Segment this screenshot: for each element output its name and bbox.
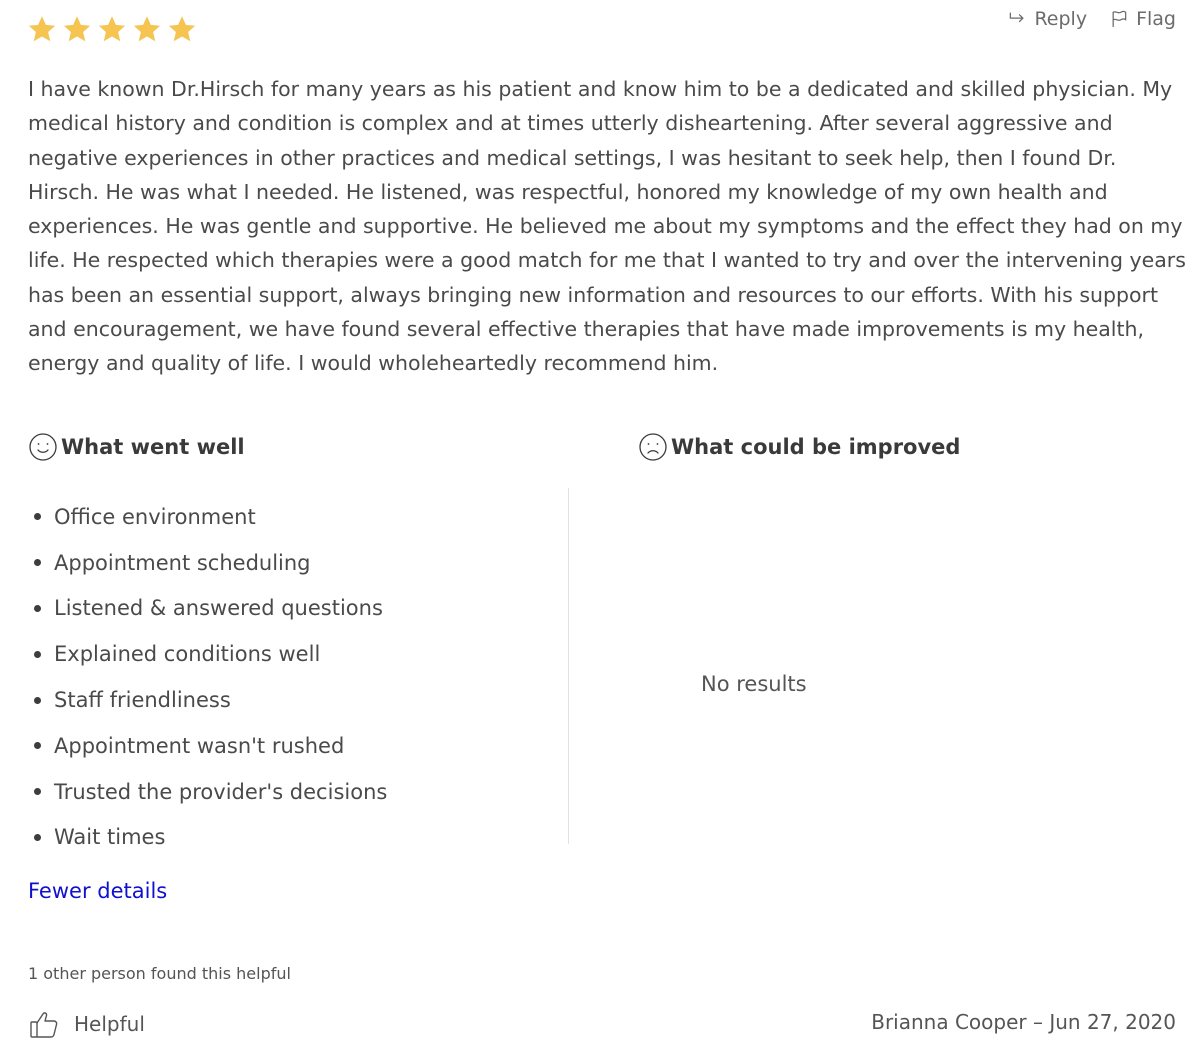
reply-arrow-icon <box>1010 12 1024 23</box>
bullet-icon <box>34 650 41 658</box>
list-item-label: Office environment <box>54 504 256 529</box>
flag-icon <box>1112 10 1127 28</box>
reply-label: Reply <box>1034 8 1088 30</box>
list-item: Wait times <box>28 815 387 861</box>
star-icon <box>98 16 126 42</box>
star-icon <box>28 16 56 42</box>
bullet-icon <box>34 788 41 796</box>
list-item: Appointment wasn't rushed <box>28 723 387 769</box>
list-item: Listened & answered questions <box>28 586 387 632</box>
bullet-icon <box>34 742 41 750</box>
list-item: Staff friendliness <box>28 677 387 723</box>
list-item-label: Appointment wasn't rushed <box>54 733 345 758</box>
review-text: I have known Dr.Hirsch for many years as… <box>28 77 1186 376</box>
list-item-label: Explained conditions well <box>54 642 321 667</box>
smile-icon <box>29 433 57 461</box>
bullet-icon <box>34 604 41 612</box>
list-item-label: Trusted the provider's decisions <box>54 779 388 804</box>
list-item: Appointment scheduling <box>28 540 387 586</box>
list-item-label: Appointment scheduling <box>54 550 311 575</box>
star-icon <box>133 16 161 42</box>
helpful-label: Helpful <box>74 1012 145 1036</box>
bullet-icon <box>34 513 41 521</box>
helpful-count-text: 1 other person found this helpful <box>28 964 291 983</box>
list-item-label: Staff friendliness <box>54 688 231 713</box>
thumbs-up-icon <box>30 1012 58 1038</box>
no-results-text: No results <box>701 672 807 696</box>
went-well-list: Office environment Appointment schedulin… <box>28 494 387 860</box>
list-item-label: Wait times <box>54 825 166 850</box>
fewer-details-link[interactable]: Fewer details <box>28 879 167 903</box>
could-improve-title: What could be improved <box>671 435 961 459</box>
list-item: Explained conditions well <box>28 631 387 677</box>
list-item: Office environment <box>28 494 387 540</box>
review-actions: Reply Flag <box>1007 8 1176 30</box>
bullet-icon <box>34 833 41 841</box>
list-item-label: Listened & answered questions <box>54 596 383 621</box>
bullet-icon <box>34 696 41 704</box>
author-date: Brianna Cooper – Jun 27, 2020 <box>871 1010 1176 1034</box>
frown-icon <box>639 433 667 461</box>
list-item: Trusted the provider's decisions <box>28 769 387 815</box>
star-icon <box>168 16 196 42</box>
went-well-heading: What went well <box>28 432 245 462</box>
star-rating <box>27 14 197 44</box>
flag-button[interactable]: Flag <box>1109 8 1176 30</box>
star-icon <box>63 16 91 42</box>
bullet-icon <box>34 559 41 567</box>
flag-label: Flag <box>1136 8 1176 30</box>
helpful-button[interactable]: Helpful <box>28 1008 145 1040</box>
went-well-title: What went well <box>61 435 245 459</box>
column-divider <box>568 488 569 844</box>
reply-button[interactable]: Reply <box>1007 8 1087 30</box>
could-improve-heading: What could be improved <box>638 432 960 462</box>
